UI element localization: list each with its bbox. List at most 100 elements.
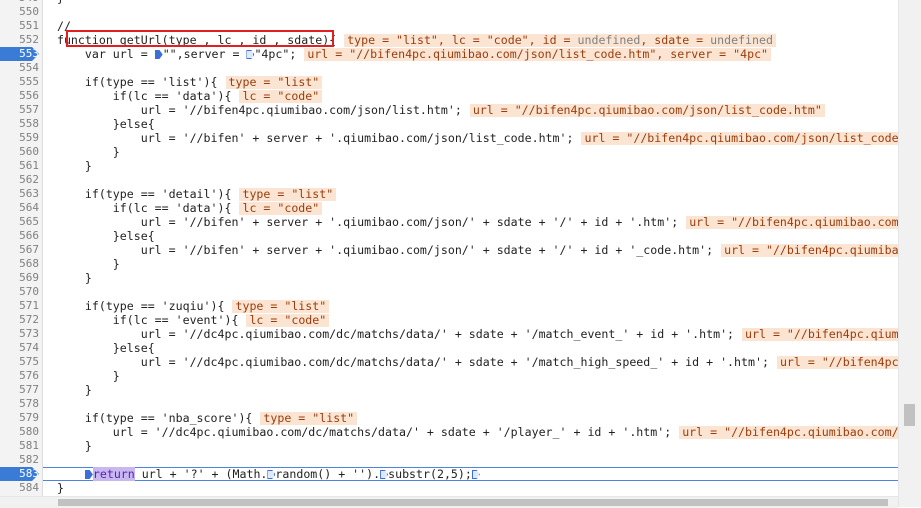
inline-value-annotation: type = "list", lc = "code", id = undefin… [344, 34, 776, 47]
code-line[interactable]: url = '//dc4pc.qiumibao.com/dc/matchs/da… [43, 355, 898, 369]
line-number-gutter[interactable]: 5495505515525535545555565575585595605615… [0, 0, 43, 496]
code-text: substr(2,5); [388, 467, 472, 481]
continue-to-location-marker-icon[interactable] [471, 470, 480, 479]
line-number[interactable]: 578 [0, 397, 39, 411]
line-number[interactable]: 579 [0, 411, 39, 425]
line-number[interactable]: 567 [0, 243, 39, 257]
line-number[interactable]: 557 [0, 103, 39, 117]
line-number[interactable]: 558 [0, 117, 39, 131]
line-number[interactable]: 574 [0, 341, 39, 355]
line-number[interactable]: 572 [0, 313, 39, 327]
code-line[interactable]: url = '//bifen' + server + '.qiumibao.co… [43, 243, 898, 257]
code-line[interactable]: url = '//bifen' + server + '.qiumibao.co… [43, 131, 898, 145]
code-text: "",server = [162, 47, 247, 61]
code-line[interactable]: }else{ [43, 117, 898, 131]
paused-location-marker-icon[interactable] [84, 470, 93, 479]
line-number[interactable]: 552 [0, 33, 39, 47]
line-number[interactable]: 584 [0, 481, 39, 495]
code-line[interactable]: url = '//dc4pc.qiumibao.com/dc/matchs/da… [43, 425, 898, 439]
line-number[interactable]: 556 [0, 89, 39, 103]
code-text: url = '//bifen' + server + '.qiumibao.co… [43, 215, 679, 229]
code-text: if(type == 'zuqiu'){ [43, 299, 225, 313]
code-line[interactable]: } [43, 145, 898, 159]
code-line[interactable]: if(lc == 'data'){lc = "code" [43, 89, 898, 103]
line-number[interactable]: 582 [0, 453, 39, 467]
code-line[interactable]: if(lc == 'data'){lc = "code" [43, 201, 898, 215]
line-number[interactable]: 555 [0, 75, 39, 89]
line-number[interactable]: 559 [0, 131, 39, 145]
breakpoint-line-number[interactable]: 583 [0, 467, 39, 481]
line-number[interactable]: 577 [0, 383, 39, 397]
code-text: }else{ [43, 117, 155, 131]
code-line[interactable] [43, 61, 898, 75]
code-line[interactable]: } [43, 481, 898, 495]
line-number[interactable]: 564 [0, 201, 39, 215]
code-line[interactable]: url = '//bifen4pc.qiumibao.com/json/list… [43, 103, 898, 117]
line-number[interactable]: 554 [0, 61, 39, 75]
breakpoint-line-number[interactable]: 553 [0, 47, 39, 61]
code-line[interactable]: if(type == 'detail'){type = "list" [43, 187, 898, 201]
inline-value-text: type = "list", lc = "code", id = [347, 33, 578, 47]
line-number[interactable]: 562 [0, 173, 39, 187]
code-line[interactable]: } [43, 439, 898, 453]
code-text: random() + ''). [275, 467, 381, 481]
inline-value-annotation: url = "//bifen4pc.qiumibao.com/jsor [679, 426, 898, 439]
code-line[interactable] [43, 173, 898, 187]
code-text: url = '//bifen4pc.qiumibao.com/json/list… [43, 103, 462, 117]
line-number[interactable]: 570 [0, 285, 39, 299]
line-number[interactable]: 563 [0, 187, 39, 201]
code-text: url = '//dc4pc.qiumibao.com/dc/matchs/da… [43, 327, 735, 341]
code-line[interactable]: } [43, 369, 898, 383]
code-text: } [43, 159, 92, 173]
code-line[interactable]: url = '//bifen' + server + '.qiumibao.co… [43, 215, 898, 229]
code-text: url = '//bifen' + server + '.qiumibao.co… [43, 131, 574, 145]
inline-value-annotation: url = "//bifen4pc.qiumibao.com/jso [686, 216, 898, 229]
horizontal-scroll-thumb[interactable] [58, 499, 888, 506]
code-line[interactable]: return url + '?' + (Math. random() + '').… [43, 467, 898, 481]
paused-location-marker-icon[interactable] [154, 50, 163, 59]
vertical-scroll-thumb[interactable] [904, 404, 915, 426]
code-line[interactable]: if(type == 'zuqiu'){ type = "list" [43, 299, 898, 313]
line-number[interactable]: 560 [0, 145, 39, 159]
code-line[interactable]: url = '//dc4pc.qiumibao.com/dc/matchs/da… [43, 327, 898, 341]
line-number[interactable]: 569 [0, 271, 39, 285]
code-line[interactable]: } [43, 257, 898, 271]
inline-value-annotation: lc = "code" [239, 90, 323, 103]
inline-value-annotation: type = "list" [260, 412, 358, 425]
line-number[interactable]: 580 [0, 425, 39, 439]
inline-value-annotation: type = "list" [232, 300, 330, 313]
code-line[interactable] [43, 397, 898, 411]
code-text: } [43, 271, 92, 285]
code-text: url + '?' + (Math. [134, 467, 268, 481]
code-line[interactable]: } [43, 383, 898, 397]
code-line[interactable]: } [43, 159, 898, 173]
code-line[interactable] [43, 5, 898, 19]
continue-to-location-marker-icon[interactable] [380, 470, 389, 479]
code-editor[interactable]: } // function getUrl(type , lc , id , sd… [43, 0, 898, 496]
code-line[interactable] [43, 453, 898, 467]
line-number[interactable]: 561 [0, 159, 39, 173]
line-number[interactable]: 573 [0, 327, 39, 341]
code-line[interactable]: if(type == 'list'){type = "list" [43, 75, 898, 89]
inline-value-annotation: url = "//bifen4pc.qiumibao.com/json/list… [304, 48, 772, 61]
code-line[interactable]: if(type == 'nba_score'){type = "list" [43, 411, 898, 425]
line-number[interactable]: 565 [0, 215, 39, 229]
line-number[interactable]: 551 [0, 19, 39, 33]
line-number[interactable]: 550 [0, 5, 39, 19]
line-number[interactable]: 568 [0, 257, 39, 271]
code-line[interactable]: var url = "",server = "4pc"; url = "//bif… [43, 47, 898, 61]
vertical-scrollbar[interactable] [898, 0, 921, 507]
horizontal-scrollbar[interactable] [0, 496, 898, 508]
line-number[interactable]: 571 [0, 299, 39, 313]
code-line[interactable]: if(lc == 'event'){lc = "code" [43, 313, 898, 327]
line-number[interactable]: 566 [0, 229, 39, 243]
code-text: } [43, 439, 92, 453]
line-number[interactable]: 576 [0, 369, 39, 383]
code-line[interactable]: }else{ [43, 341, 898, 355]
line-number[interactable]: 575 [0, 355, 39, 369]
line-number[interactable]: 581 [0, 439, 39, 453]
inline-value-annotation: type = "list" [225, 76, 323, 89]
code-line[interactable]: }else{ [43, 229, 898, 243]
code-line[interactable] [43, 285, 898, 299]
code-line[interactable]: } [43, 271, 898, 285]
